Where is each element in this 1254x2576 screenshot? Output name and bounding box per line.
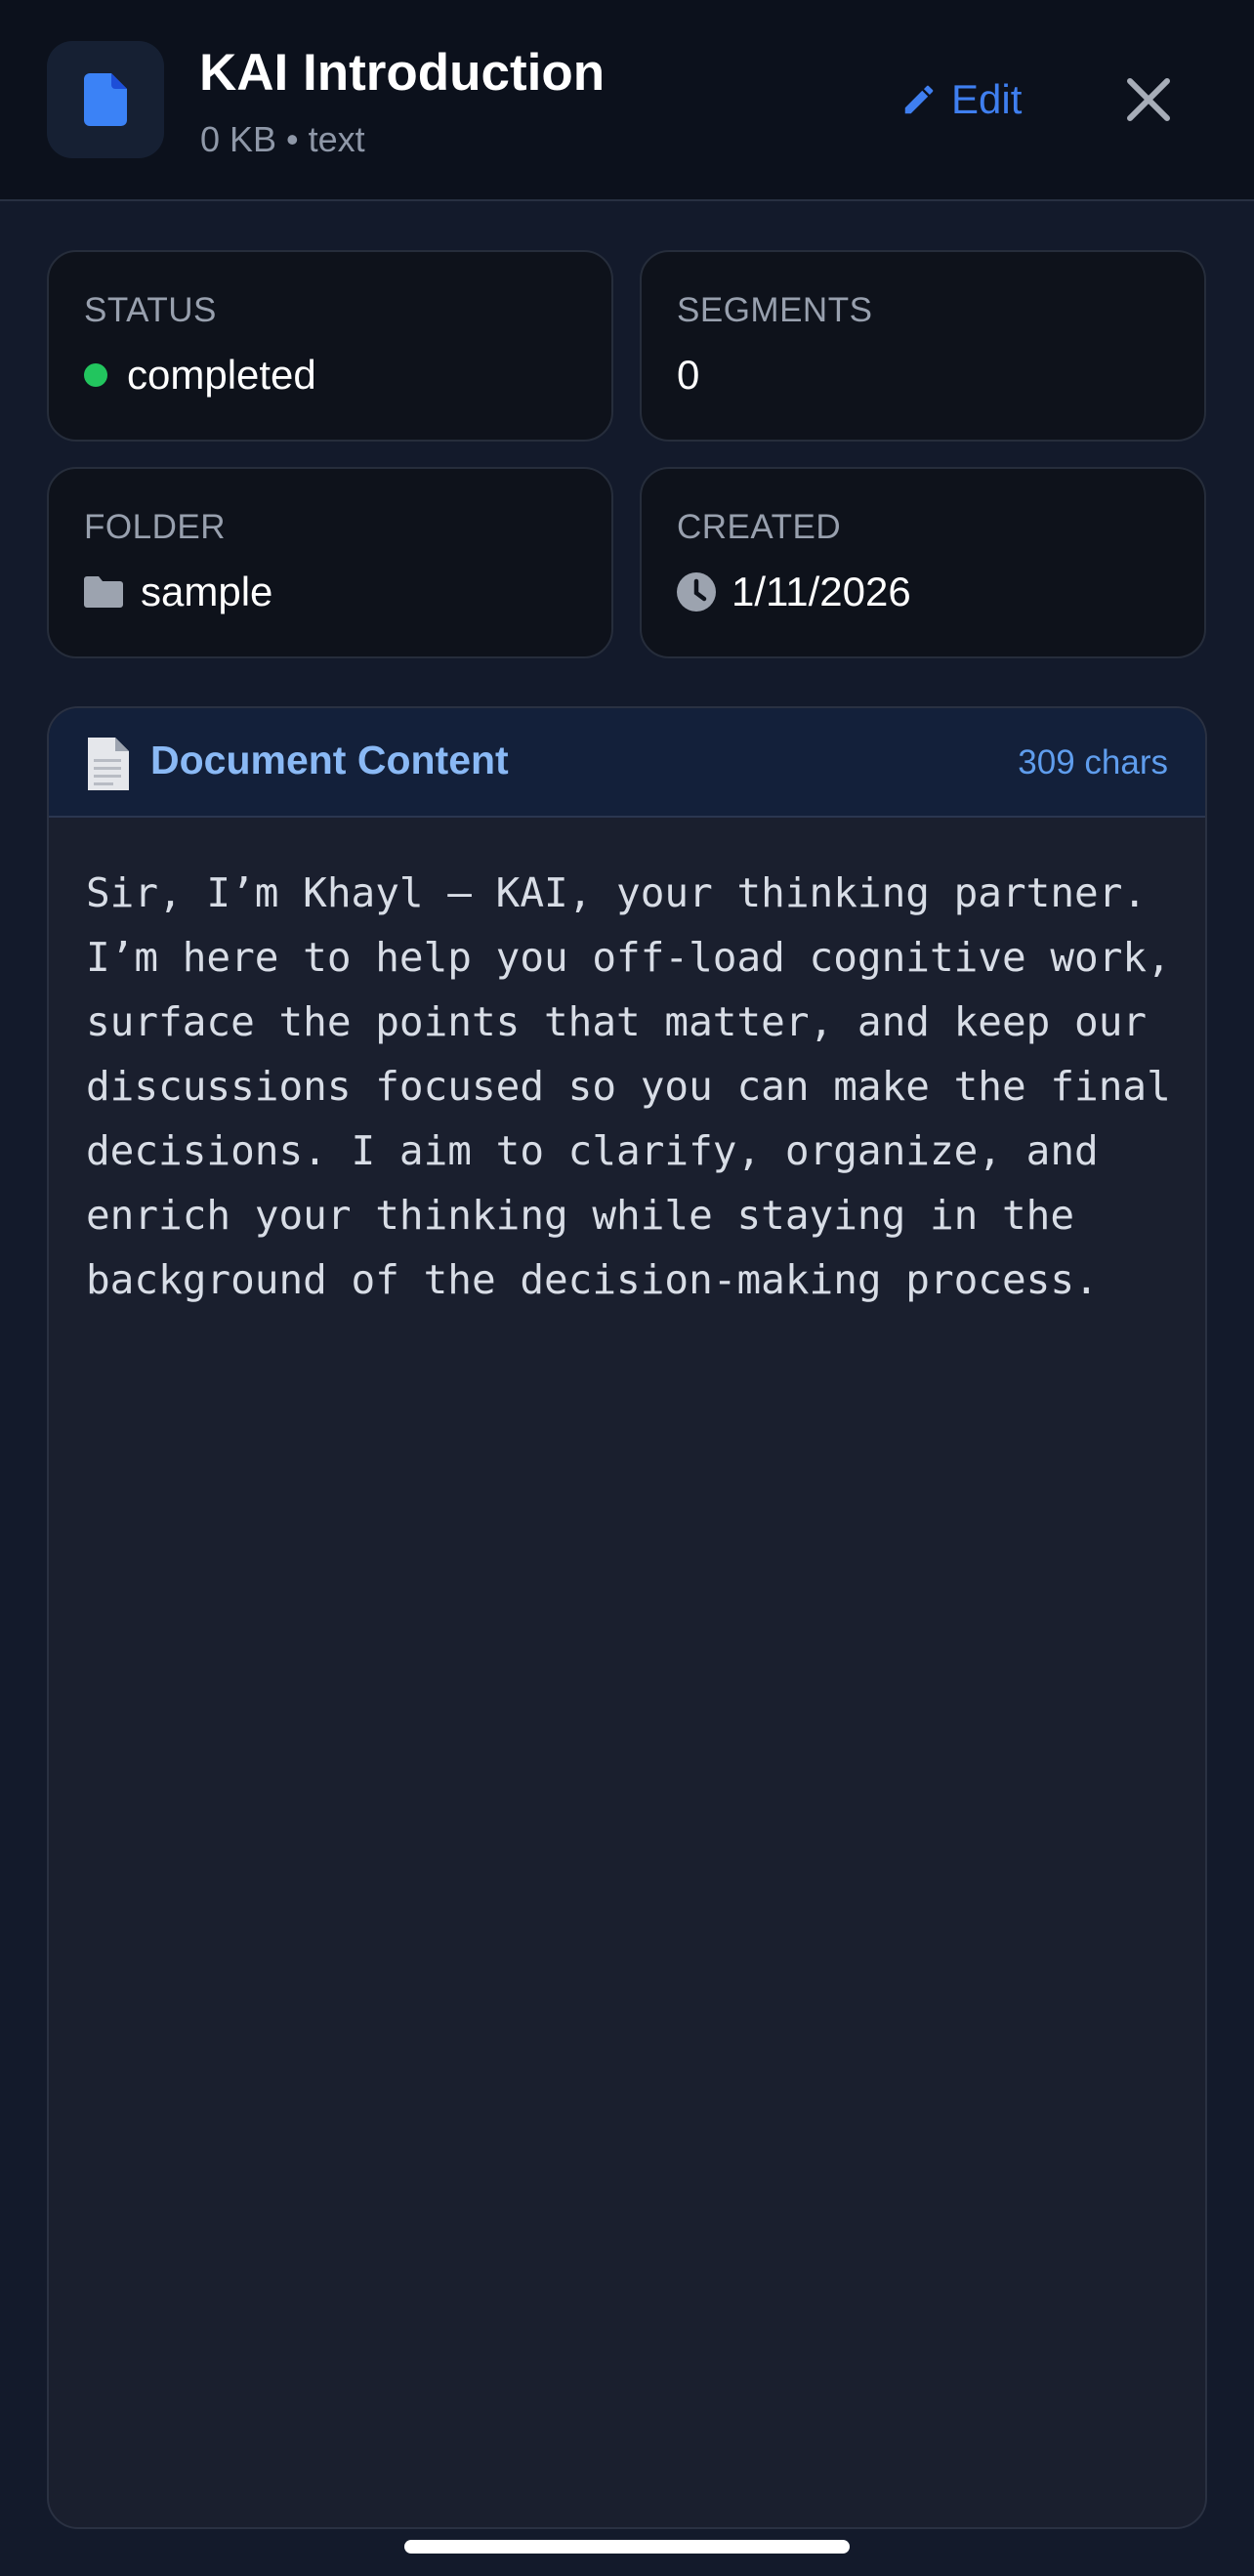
segments-value: 0 [677,348,699,402]
segments-label: SEGMENTS [677,291,873,329]
char-count: 309 chars [1018,743,1168,781]
created-label: CREATED [677,508,842,546]
status-card: STATUS completed [47,250,613,442]
close-button[interactable] [1119,70,1178,129]
home-indicator[interactable] [404,2540,850,2554]
page-icon [88,738,129,790]
folder-name: sample [141,569,273,614]
segments-card: SEGMENTS 0 [640,250,1206,442]
folder-card: FOLDER sample [47,467,613,658]
status-value: completed [84,348,316,402]
created-value: 1/11/2026 [677,565,911,619]
document-content-panel: Document Content 309 chars Sir, I’m Khay… [47,706,1207,2529]
folder-icon [84,576,123,608]
page-title: KAI Introduction [199,44,606,102]
close-icon [1127,78,1170,121]
created-card: CREATED 1/11/2026 [640,467,1206,658]
created-date: 1/11/2026 [732,569,911,614]
folder-label: FOLDER [84,508,226,546]
document-text[interactable]: Sir, I’m Khayl — KAI, your thinking part… [86,861,1180,1312]
clock-icon [677,572,716,612]
folder-value: sample [84,565,272,619]
edit-label: Edit [951,76,1023,122]
document-detail-screen: KAI Introduction 0 KB • text Edit STATUS… [0,0,1254,2576]
pencil-icon [904,85,934,114]
file-meta: 0 KB • text [200,119,365,159]
status-label: STATUS [84,291,217,329]
file-type-badge [47,41,164,158]
document-content-header: Document Content 309 chars [49,708,1205,818]
header: KAI Introduction 0 KB • text Edit [0,0,1254,201]
status-dot [84,363,107,387]
segments-count: 0 [677,352,700,398]
edit-button[interactable]: Edit [900,70,1022,129]
document-content-title: Document Content [150,738,509,782]
status-text: completed [127,352,316,398]
document-icon [84,73,127,126]
